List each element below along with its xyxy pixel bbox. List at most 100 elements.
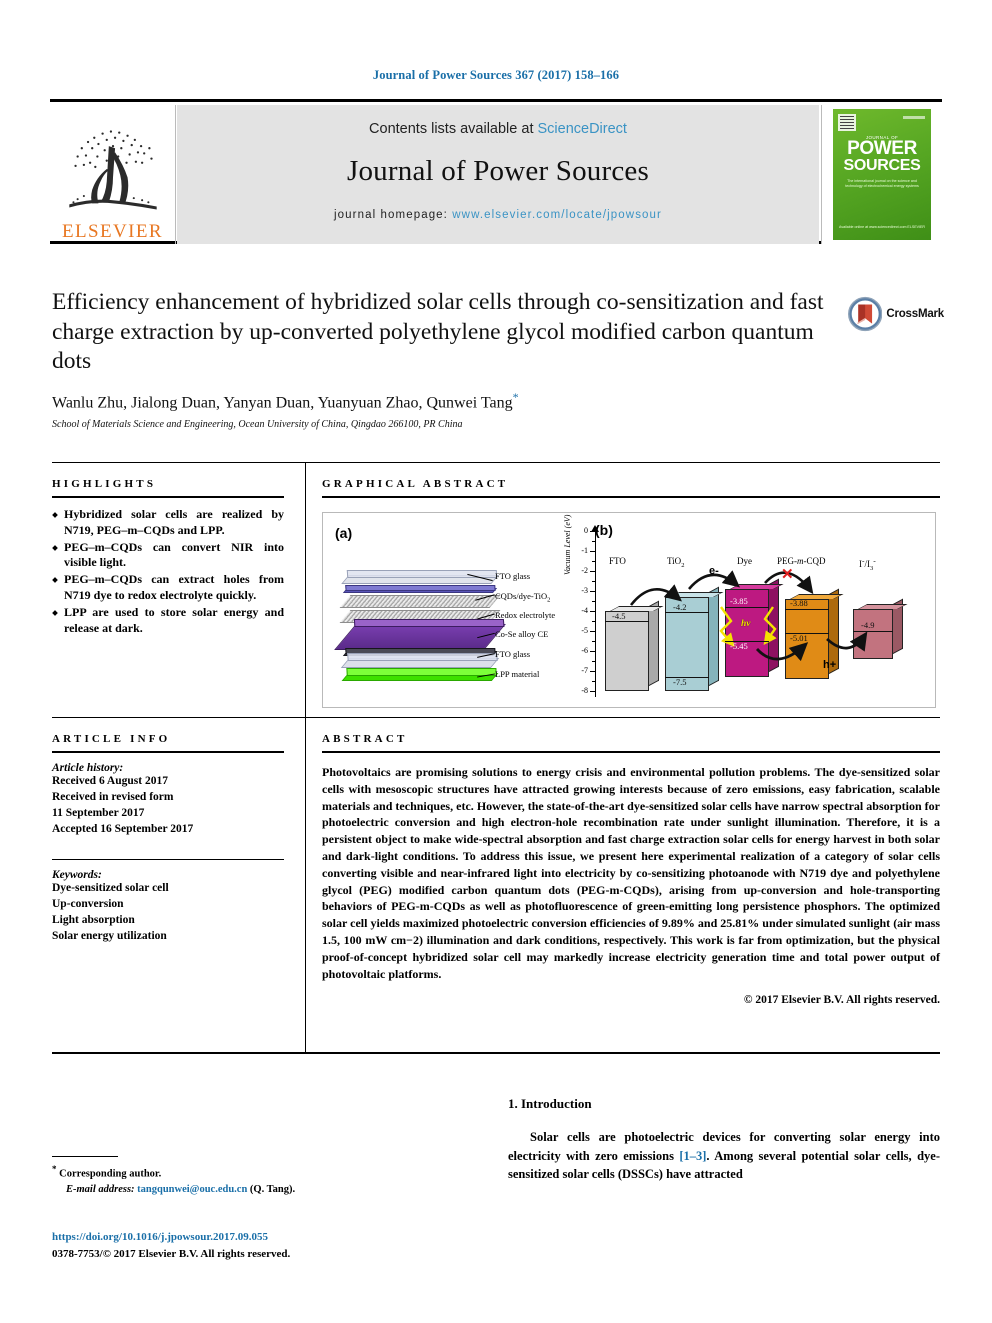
elsevier-logo: ELSEVIER bbox=[50, 105, 176, 244]
homepage-url-link[interactable]: www.elsevier.com/locate/jpowsour bbox=[452, 209, 662, 221]
energy-level-line-tio2-cb bbox=[665, 612, 709, 614]
homepage-prefix: journal homepage: bbox=[334, 209, 453, 221]
article-info-heading-text: ARTICLE INFO bbox=[52, 733, 171, 745]
energy-level-value-cqd-lumo: -3.88 bbox=[790, 598, 808, 608]
article-history-line: Received 6 August 2017 bbox=[52, 775, 168, 787]
abstract-copyright: © 2017 Elsevier B.V. All rights reserved… bbox=[743, 994, 940, 1007]
list-item: PEG–m–CQDs can convert NIR into visible … bbox=[52, 540, 284, 572]
author-names: Wanlu Zhu, Jialong Duan, Yanyan Duan, Yu… bbox=[52, 394, 513, 412]
citation-link[interactable]: [1–3] bbox=[679, 1149, 706, 1163]
article-history-line: Accepted 16 September 2017 bbox=[52, 822, 194, 835]
layer-cqds-dye-tio2 bbox=[339, 595, 501, 608]
energy-level-value-dye-homo: -5.45 bbox=[730, 641, 748, 651]
email-owner: (Q. Tang). bbox=[249, 1183, 296, 1195]
energy-level-line-tio2-vb bbox=[665, 677, 709, 679]
cover-subtitle: The international journal on the science… bbox=[845, 179, 919, 189]
journal-title: Journal of Power Sources bbox=[347, 155, 649, 187]
list-item: LPP are used to store solar energy and r… bbox=[52, 605, 284, 637]
graphical-abstract-heading: GRAPHICAL ABSTRACT bbox=[322, 478, 940, 490]
abstract-rule bbox=[322, 751, 940, 753]
highlights-heading: HIGHLIGHTS bbox=[52, 478, 284, 490]
journal-homepage-line: journal homepage: www.elsevier.com/locat… bbox=[334, 209, 662, 221]
cover-title-line2: SOURCES bbox=[843, 157, 921, 175]
energy-level-line-fto bbox=[605, 621, 649, 623]
graphical-abstract-figure: (a) (b) FTO glass CQDs/dye-TiO2 Redox el… bbox=[322, 512, 936, 708]
article-history-label: Article history: bbox=[52, 762, 124, 774]
energy-level-value-cqd-homo: -5.01 bbox=[790, 633, 808, 643]
energy-level-value-fto: -4.5 bbox=[612, 611, 626, 621]
graphical-abstract-heading-text: GRAPHICAL ABSTRACT bbox=[322, 478, 509, 490]
doi-block: https://doi.org/10.1016/j.jpowsour.2017.… bbox=[52, 1229, 472, 1262]
email-link[interactable]: tangqunwei@ouc.edu.cn bbox=[137, 1184, 247, 1195]
introduction-heading: 1. Introduction bbox=[508, 1096, 592, 1111]
article-info-heading: ARTICLE INFO bbox=[52, 733, 284, 745]
layer-label-cqds: CQDs/dye-TiO2 bbox=[495, 591, 551, 604]
footnote-rule bbox=[52, 1156, 118, 1157]
energy-level-line-dye-lumo bbox=[725, 607, 769, 609]
journal-cover-image: JOURNAL OF POWER SOURCES The internation… bbox=[821, 105, 942, 244]
graphical-abstract-section: GRAPHICAL ABSTRACT (a) (b) FTO glass CQD… bbox=[322, 478, 940, 708]
keywords-divider bbox=[52, 859, 284, 861]
list-item: PEG–m–CQDs can extract holes from N719 d… bbox=[52, 572, 284, 604]
energy-level-diagram: Vacuum Level (eV) 0 -1 -2 -3 -4 -5 -6 -7… bbox=[561, 515, 933, 707]
keyword-item: Dye-sensitized solar cell bbox=[52, 882, 169, 895]
journal-cover-art: JOURNAL OF POWER SOURCES The internation… bbox=[833, 109, 931, 240]
rule-below-abstract bbox=[52, 1052, 940, 1054]
rule-above-highlights bbox=[52, 462, 940, 463]
elsevier-tree-icon bbox=[68, 130, 157, 210]
running-head: Journal of Power Sources 367 (2017) 158–… bbox=[372, 68, 620, 82]
issn-copyright-line: 0378-7753/© 2017 Elsevier B.V. All right… bbox=[52, 1247, 291, 1260]
abstract-heading-text: ABSTRACT bbox=[322, 733, 408, 745]
column-divider bbox=[305, 462, 306, 1052]
energy-level-value-redox: -4.9 bbox=[861, 620, 875, 630]
layer-label-fto-bottom: FTO glass bbox=[495, 649, 531, 659]
doi-link[interactable]: https://doi.org/10.1016/j.jpowsour.2017.… bbox=[52, 1229, 472, 1246]
keywords-label: Keywords: bbox=[52, 869, 102, 882]
footnote-block: * Corresponding author. E-mail address: … bbox=[52, 1156, 452, 1197]
corresponding-author-label: Corresponding author. bbox=[59, 1168, 162, 1180]
keyword-item: Light absorption bbox=[52, 914, 135, 927]
journal-masthead: ELSEVIER Contents lists available at Sci… bbox=[50, 99, 942, 244]
layer-label-redox: Redox electrolyte bbox=[495, 610, 556, 620]
rule-above-articleinfo bbox=[52, 717, 940, 718]
energy-level-value-tio2-cb: -4.2 bbox=[673, 602, 687, 612]
sciencedirect-link[interactable]: ScienceDirect bbox=[538, 121, 627, 137]
contents-available-line: Contents lists available at ScienceDirec… bbox=[369, 121, 627, 137]
crossmark-icon bbox=[848, 296, 883, 332]
cover-barcode-icon bbox=[838, 114, 856, 131]
corresponding-author-marker: * bbox=[512, 389, 519, 404]
highlights-list: Hybridized solar cells are realized by N… bbox=[52, 507, 284, 637]
device-stack-diagram: FTO glass CQDs/dye-TiO2 Redox electrolyt… bbox=[334, 569, 555, 694]
email-line: E-mail address: tangqunwei@ouc.edu.cn (Q… bbox=[52, 1182, 452, 1197]
contents-prefix: Contents lists available at bbox=[369, 121, 538, 137]
panel-a-label: (a) bbox=[335, 525, 353, 541]
paper-page: Journal of Power Sources 367 (2017) 158–… bbox=[0, 0, 992, 1323]
introduction-paragraph: Solar cells are photoelectric devices fo… bbox=[508, 1128, 940, 1184]
energy-level-value-tio2-vb: -7.5 bbox=[673, 677, 687, 687]
abstract-section: ABSTRACT Photovoltaics are promising sol… bbox=[322, 733, 940, 1006]
keyword-item: Solar energy utilization bbox=[52, 930, 167, 943]
graphical-abstract-rule bbox=[322, 496, 940, 498]
layer-lpp-material bbox=[341, 668, 499, 681]
author-list: Wanlu Zhu, Jialong Duan, Yanyan Duan, Yu… bbox=[52, 390, 842, 412]
electron-annotation: e- bbox=[709, 565, 719, 577]
layer-label-cose: Co-Se alloy CE bbox=[495, 629, 549, 639]
contents-band: Contents lists available at ScienceDirec… bbox=[177, 105, 819, 244]
elsevier-wordmark: ELSEVIER bbox=[62, 221, 163, 242]
layer-label-lpp: LPP material bbox=[495, 669, 540, 679]
article-info-rule bbox=[52, 751, 284, 753]
layer-fto-glass-bottom bbox=[340, 653, 500, 668]
hole-annotation: h+ bbox=[823, 659, 837, 671]
page-title: Efficiency enhancement of hybridized sol… bbox=[52, 289, 824, 375]
email-label: E-mail address: bbox=[66, 1183, 135, 1195]
abstract-heading: ABSTRACT bbox=[322, 733, 940, 745]
article-history-line: Received in revised form bbox=[52, 790, 174, 803]
energy-level-line-cqd-lumo bbox=[785, 609, 829, 611]
blocked-transfer-icon: ✕ bbox=[781, 566, 794, 583]
cover-issn-bar bbox=[903, 116, 925, 119]
crossmark-label: CrossMark bbox=[886, 308, 944, 320]
crossmark-badge-group[interactable]: CrossMark bbox=[848, 292, 944, 336]
highlights-rule bbox=[52, 496, 284, 498]
layer-photoanode-film bbox=[342, 585, 498, 593]
layer-label-fto-top: FTO glass bbox=[495, 571, 531, 581]
